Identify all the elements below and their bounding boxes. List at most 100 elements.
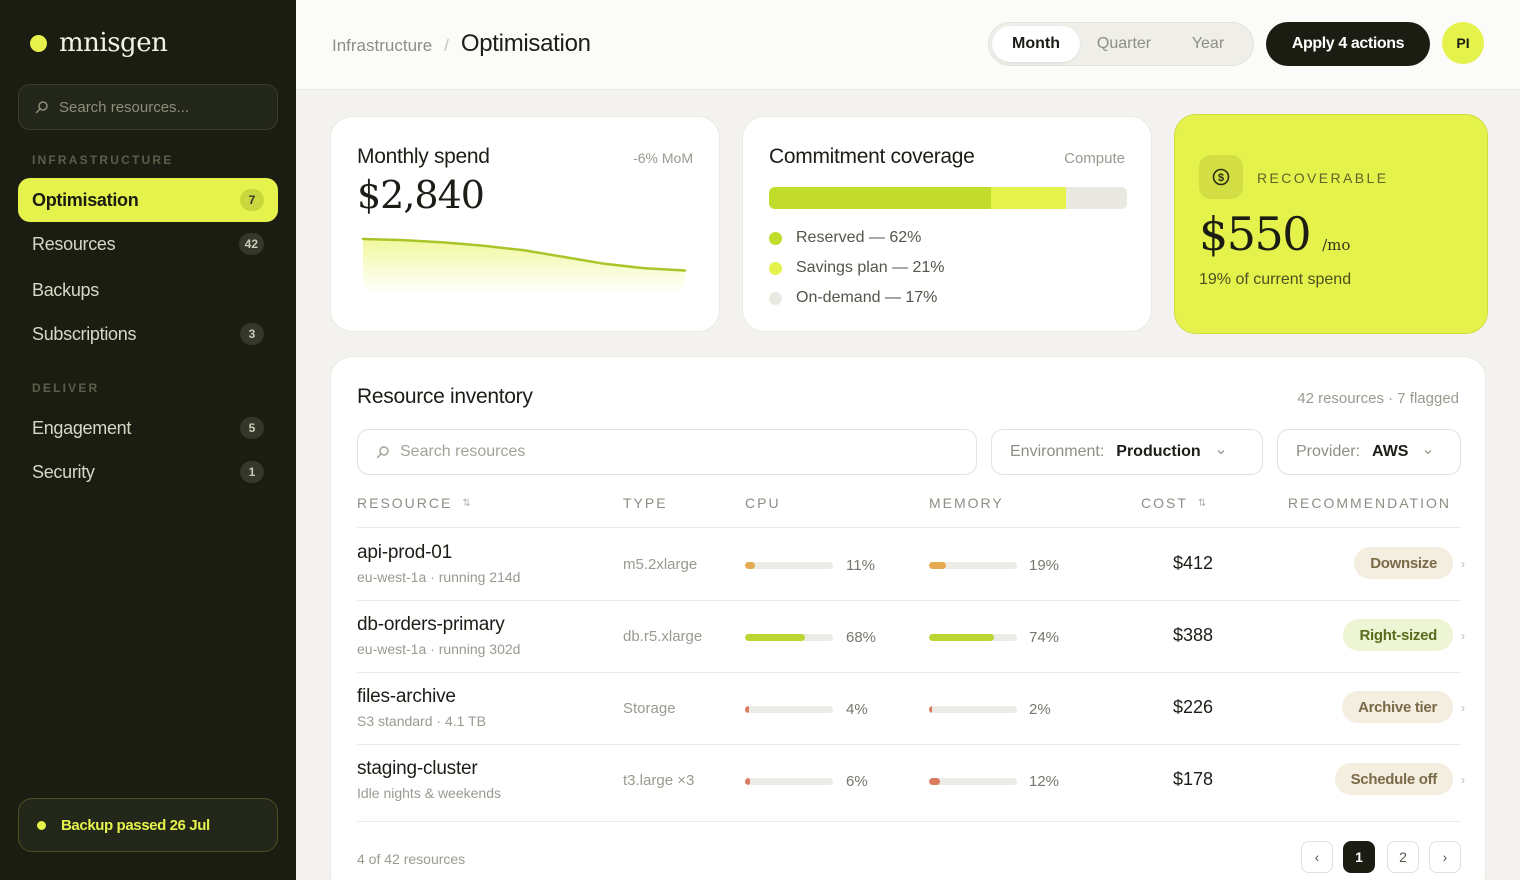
legend-label: Reserved — 62% bbox=[796, 229, 922, 246]
sidebar-item-security[interactable]: Security 1 bbox=[18, 450, 278, 494]
card-title: Monthly spend bbox=[357, 145, 490, 168]
provider-filter-select[interactable]: Provider: AWS bbox=[1277, 429, 1461, 475]
cpu-meter-fill bbox=[745, 778, 751, 785]
memory-meter bbox=[929, 706, 1017, 713]
coverage-segment bbox=[990, 187, 1067, 209]
sidebar-item-label: Backups bbox=[32, 279, 99, 300]
commitment-coverage-card: Commitment coverage Compute Reserved — 6… bbox=[742, 116, 1152, 332]
sidebar-item-engagement[interactable]: Engagement 5 bbox=[18, 406, 278, 450]
prev-page-button[interactable]: ‹ bbox=[1301, 841, 1333, 873]
svg-text:$: $ bbox=[1218, 172, 1224, 184]
recommendation-pill[interactable]: Right-sized bbox=[1343, 619, 1453, 651]
column-header-cost[interactable]: COST ⇅ bbox=[1141, 495, 1206, 511]
memory-meter-fill bbox=[929, 706, 932, 713]
backup-status-text: Backup passed 26 Jul bbox=[61, 816, 210, 834]
dollar-icon: $ bbox=[1199, 155, 1243, 199]
recommendation-pill[interactable]: Schedule off bbox=[1334, 763, 1453, 795]
cpu-percent: 68% bbox=[846, 629, 877, 646]
card-title: Commitment coverage bbox=[769, 145, 975, 168]
backup-status-pill[interactable]: Backup passed 26 Jul bbox=[18, 798, 278, 852]
sidebar-item-backups[interactable]: Backups bbox=[18, 268, 278, 312]
inventory-search-input[interactable] bbox=[400, 443, 960, 461]
column-label: RESOURCE bbox=[357, 495, 453, 511]
sidebar-item-label: Security bbox=[32, 461, 95, 482]
brand-logo-dot bbox=[30, 34, 47, 52]
memory-meter bbox=[929, 778, 1017, 785]
cpu-meter bbox=[745, 634, 833, 641]
chevron-right-icon[interactable]: › bbox=[1461, 773, 1465, 787]
period-year-button[interactable]: Year bbox=[1168, 26, 1248, 62]
cpu-meter-fill bbox=[745, 706, 749, 713]
sidebar-item-resources[interactable]: Resources 42 bbox=[18, 222, 278, 266]
top-bar: Infrastructure / Optimisation Month Quar… bbox=[296, 0, 1520, 90]
table-row[interactable]: staging-cluster Idle nights & weekends t… bbox=[331, 744, 1487, 816]
column-header-resource[interactable]: RESOURCE ⇅ bbox=[357, 495, 471, 511]
memory-meter-fill bbox=[929, 562, 946, 569]
sidebar-search-input[interactable] bbox=[59, 98, 259, 116]
breadcrumb-parent[interactable]: Infrastructure bbox=[332, 36, 432, 56]
memory-meter bbox=[929, 562, 1017, 569]
table-row[interactable]: api-prod-01 eu-west-1a · running 214d m5… bbox=[331, 528, 1487, 600]
environment-filter-select[interactable]: Environment: Production bbox=[991, 429, 1263, 475]
legend-swatch bbox=[769, 291, 782, 305]
resource-type: Storage bbox=[623, 700, 676, 717]
resource-name: staging-cluster bbox=[357, 758, 478, 779]
recoverable-amount: $550 /mo bbox=[1199, 207, 1350, 261]
sidebar-item-label: Subscriptions bbox=[32, 323, 137, 344]
cpu-percent: 6% bbox=[846, 773, 868, 790]
next-page-button[interactable]: › bbox=[1429, 841, 1461, 873]
recommendation-pill[interactable]: Downsize bbox=[1354, 547, 1453, 579]
sidebar-item-optimisation[interactable]: Optimisation 7 bbox=[18, 178, 278, 222]
cpu-meter bbox=[745, 562, 833, 569]
coverage-segment bbox=[769, 187, 991, 209]
inventory-search[interactable] bbox=[357, 429, 977, 475]
sidebar-item-label: Resources bbox=[32, 233, 116, 254]
resource-cost: $226 bbox=[1172, 697, 1213, 717]
legend-label: Savings plan — 21% bbox=[796, 259, 945, 276]
sparkline-area bbox=[363, 239, 685, 293]
chevron-right-icon[interactable]: › bbox=[1461, 701, 1465, 715]
column-label: RECOMMENDATION bbox=[1287, 495, 1451, 511]
period-quarter-button[interactable]: Quarter bbox=[1080, 26, 1168, 62]
column-header-type: TYPE bbox=[623, 495, 668, 511]
page-1-button[interactable]: 1 bbox=[1343, 841, 1375, 873]
table-row[interactable]: files-archive S3 standard · 4.1 TB Stora… bbox=[331, 672, 1487, 744]
sort-icon: ⇅ bbox=[462, 497, 471, 509]
avatar[interactable]: PI bbox=[1442, 22, 1484, 64]
coverage-scope: Compute bbox=[1064, 150, 1125, 167]
resource-inventory-card: Resource inventory 42 resources · 7 flag… bbox=[330, 356, 1486, 880]
table-row[interactable]: db-orders-primary eu-west-1a · running 3… bbox=[331, 600, 1487, 672]
monthly-spend-card: Monthly spend -6% MoM $2,840 bbox=[330, 116, 720, 332]
recoverable-card[interactable]: $ RECOVERABLE $550 /mo 19% of current sp… bbox=[1174, 114, 1488, 334]
coverage-segment bbox=[1066, 187, 1127, 209]
page-2-button[interactable]: 2 bbox=[1387, 841, 1419, 873]
sidebar-item-label: Optimisation bbox=[32, 189, 139, 210]
resource-name: files-archive bbox=[357, 686, 456, 707]
legend-item-savings-plan: Savings plan — 21% bbox=[769, 259, 945, 277]
sidebar-search[interactable] bbox=[18, 84, 278, 130]
count-badge: 3 bbox=[240, 323, 264, 345]
cpu-meter-fill bbox=[745, 562, 755, 569]
filter-value: Production bbox=[1116, 443, 1201, 460]
chevron-right-icon[interactable]: › bbox=[1461, 629, 1465, 643]
memory-meter-fill bbox=[929, 778, 940, 785]
search-icon bbox=[376, 446, 389, 459]
memory-percent: 2% bbox=[1029, 701, 1051, 718]
pagination-summary: 4 of 42 resources bbox=[357, 851, 466, 867]
column-label: CPU bbox=[745, 495, 781, 511]
recommendation-pill[interactable]: Archive tier bbox=[1342, 691, 1453, 723]
column-label: TYPE bbox=[623, 495, 668, 511]
spend-delta: -6% MoM bbox=[633, 150, 693, 166]
resource-meta: Idle nights & weekends bbox=[357, 785, 501, 801]
period-month-button[interactable]: Month bbox=[992, 26, 1080, 62]
chevron-down-icon bbox=[1217, 450, 1225, 455]
brand-name: mnisgen bbox=[59, 28, 168, 58]
chevron-right-icon[interactable]: › bbox=[1461, 557, 1465, 571]
apply-actions-button[interactable]: Apply 4 actions bbox=[1266, 22, 1430, 66]
section-label-infrastructure: INFRASTRUCTURE bbox=[32, 153, 174, 167]
memory-percent: 19% bbox=[1029, 557, 1060, 574]
column-label: MEMORY bbox=[929, 495, 1004, 511]
sidebar-item-subscriptions[interactable]: Subscriptions 3 bbox=[18, 312, 278, 356]
brand[interactable]: mnisgen bbox=[30, 28, 168, 58]
breadcrumb-separator: / bbox=[444, 36, 449, 55]
